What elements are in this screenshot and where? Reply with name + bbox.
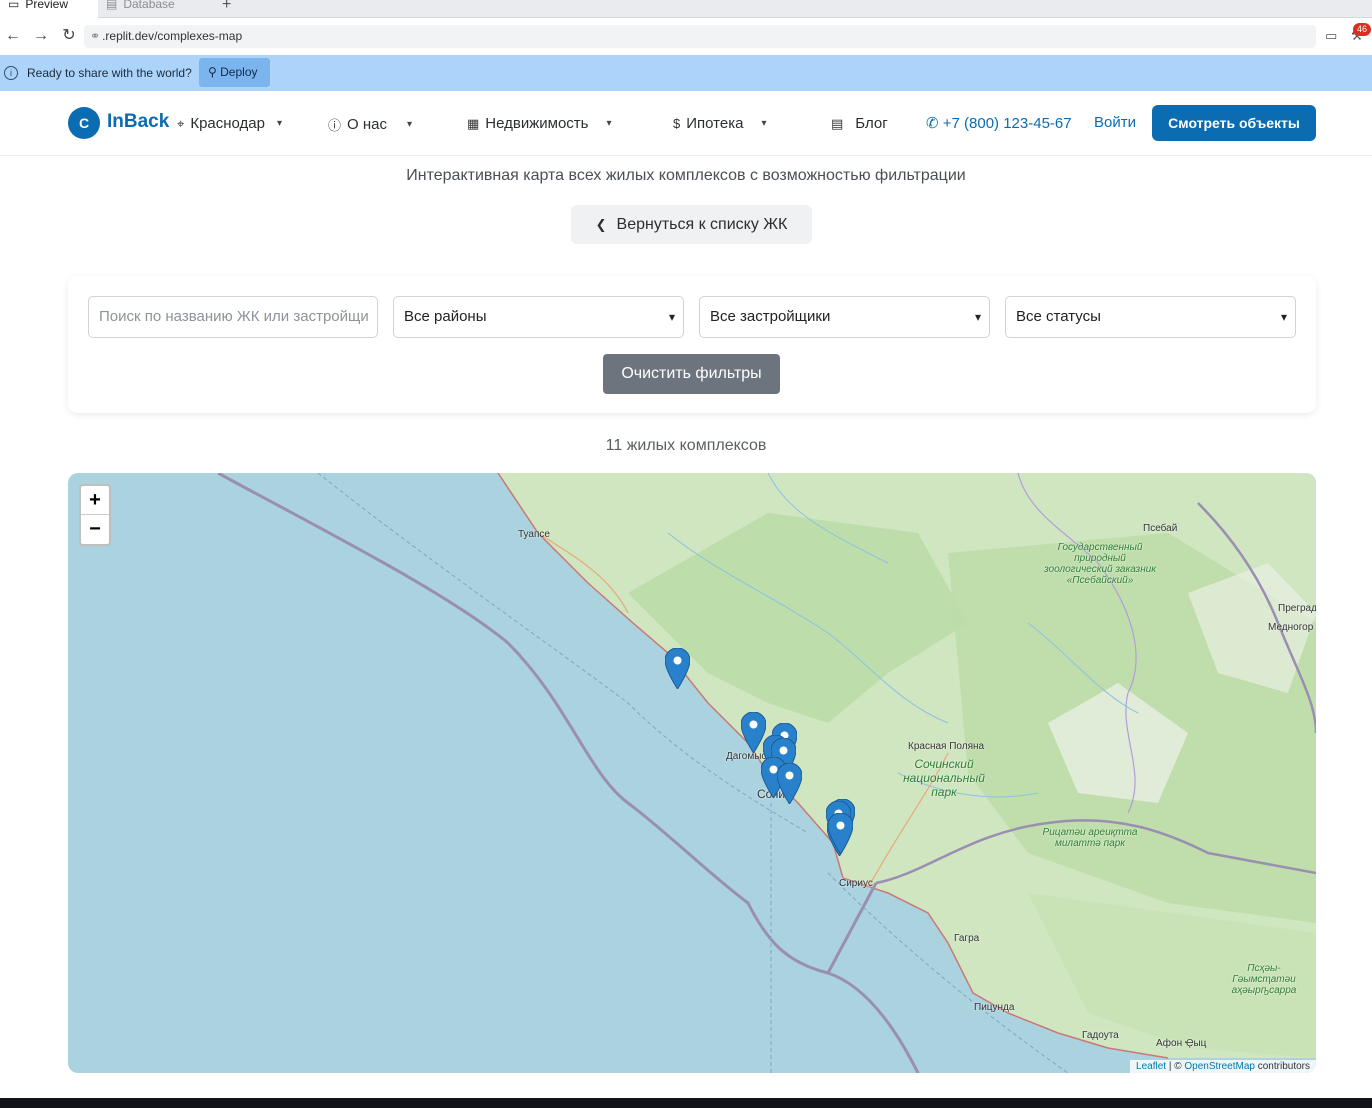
attribution-separator: | © xyxy=(1166,1061,1185,1072)
building-icon: ▦ xyxy=(467,115,480,131)
back-arrow-icon[interactable]: ← xyxy=(3,26,23,46)
logo-text[interactable]: InBack xyxy=(107,111,169,133)
map-label-psebay: Псебай xyxy=(1143,523,1178,534)
complex-marker[interactable] xyxy=(828,813,853,854)
phone-link[interactable]: ✆ +7 (800) 123-45-67 xyxy=(926,114,1072,132)
status-select[interactable]: Все статусы ▾ xyxy=(1005,296,1296,338)
map-label-psebay-reserve: Государственный природный зоологический … xyxy=(1044,542,1156,586)
osm-link[interactable]: OpenStreetMap xyxy=(1184,1061,1255,1072)
map-label-pskhu: Псҳәы-Гәымсҭатәи аҳәырҧсарра xyxy=(1231,963,1297,996)
deploy-icon: ⚲ xyxy=(208,65,217,79)
view-objects-button[interactable]: Смотреть объекты xyxy=(1152,105,1316,141)
nav-about-label: О нас xyxy=(347,116,387,133)
monitor-icon: ▭ xyxy=(8,0,20,11)
attribution-suffix: contributors xyxy=(1254,1061,1310,1072)
status-value: Все статусы xyxy=(1016,308,1101,325)
forward-arrow-icon[interactable]: → xyxy=(31,26,51,46)
complex-count: 11 жилых комплексов xyxy=(605,437,767,454)
url-text: .replit.dev/complexes-map xyxy=(102,29,243,43)
nav-realty[interactable]: ▦ Недвижимость ▾ xyxy=(467,115,612,132)
map-label-krasnaya-polyana: Красная Поляна xyxy=(908,741,985,752)
map-label-gudauta: Гадоута xyxy=(1082,1030,1119,1041)
chevron-down-icon: ▾ xyxy=(761,118,767,129)
map-label-pregradnaya: Преград xyxy=(1278,603,1316,614)
page-footer xyxy=(0,1098,1372,1108)
reload-icon[interactable]: ↻ xyxy=(59,26,79,46)
newspaper-icon: ▤ xyxy=(831,115,844,131)
back-to-list-button[interactable]: ❮ Вернуться к списку ЖК xyxy=(571,205,812,244)
page-subtitle: Интерактивная карта всех жилых комплексо… xyxy=(406,167,966,184)
map-label-sochi-park: Сочинский национальный парк xyxy=(903,757,985,799)
chevron-down-icon: ▾ xyxy=(606,118,612,129)
phone-icon: ✆ xyxy=(926,115,939,132)
complexes-map[interactable]: + − Туапсе Псебай Преград Медногор Дагом… xyxy=(68,473,1316,1073)
site-header: C InBack ⌖ Краснодар ▾ ⓘ О нас ▾ ▦ Недви… xyxy=(0,91,1372,156)
login-link[interactable]: Войти xyxy=(1094,114,1136,131)
nav-about[interactable]: ⓘ О нас ▾ xyxy=(328,115,412,134)
deploy-info-bar: i Ready to share with the world? ⚲ Deplo… xyxy=(0,55,1372,91)
tab-database-label: Database xyxy=(123,0,175,11)
map-label-gagra: Гагра xyxy=(954,933,980,944)
info-text: Ready to share with the world? xyxy=(27,66,192,80)
district-value: Все районы xyxy=(404,308,487,325)
filter-panel: Поиск по названию ЖК или застройщи Все р… xyxy=(68,276,1316,413)
back-to-list-label: Вернуться к списку ЖК xyxy=(616,216,788,233)
devices-icon[interactable]: ▭ xyxy=(1325,28,1343,46)
district-select[interactable]: Все районы ▾ xyxy=(393,296,684,338)
dollar-icon: $ xyxy=(673,116,681,131)
notification-badge: 46 xyxy=(1353,23,1371,36)
search-input[interactable]: Поиск по названию ЖК или застройщи xyxy=(88,296,378,338)
city-label: Краснодар xyxy=(190,115,265,132)
chevron-down-icon: ▾ xyxy=(406,119,413,130)
zoom-control: + − xyxy=(79,484,111,546)
chevron-down-icon: ▾ xyxy=(668,310,675,324)
url-field[interactable]: ⚭ .replit.dev/complexes-map xyxy=(84,25,1316,48)
deploy-label: Deploy xyxy=(220,65,258,79)
tab-preview[interactable]: ▭ Preview xyxy=(0,0,98,18)
nav-realty-label: Недвижимость xyxy=(485,115,589,132)
logo-icon[interactable]: C xyxy=(68,107,100,139)
chevron-down-icon: ▾ xyxy=(276,118,283,129)
city-selector[interactable]: ⌖ Краснодар ▾ xyxy=(177,115,282,132)
chevron-left-icon: ❮ xyxy=(595,217,607,232)
link-icon: ⚭ xyxy=(90,29,101,43)
nav-mortgage-label: Ипотека xyxy=(686,115,744,132)
deploy-button[interactable]: ⚲ Deploy xyxy=(199,58,270,87)
developer-select[interactable]: Все застройщики ▾ xyxy=(699,296,990,338)
chevron-down-icon: ▾ xyxy=(1280,310,1287,324)
leaflet-link[interactable]: Leaflet xyxy=(1136,1061,1166,1072)
complex-marker[interactable] xyxy=(665,648,690,689)
map-label-tuapse: Туапсе xyxy=(518,529,550,540)
address-bar: ← → ↻ ⚭.replit.dev/complexes-map ▭ ⚒ 46 xyxy=(0,18,1372,55)
map-label-afon: Афон Ҿыц xyxy=(1156,1038,1207,1049)
info-circle-icon: ⓘ xyxy=(328,118,342,133)
nav-blog[interactable]: ▤ Блог xyxy=(831,115,888,132)
complex-marker[interactable] xyxy=(777,763,802,804)
database-icon: ▤ xyxy=(106,0,118,11)
info-icon: i xyxy=(4,66,18,80)
phone-number: +7 (800) 123-45-67 xyxy=(942,115,1072,132)
browser-tab-bar: ▭ Preview ▤ Database + xyxy=(0,0,1372,18)
tab-database[interactable]: ▤ Database xyxy=(98,0,212,18)
new-tab-button[interactable]: + xyxy=(222,0,231,14)
map-label-mednogorsk: Медногор xyxy=(1268,622,1314,633)
nav-mortgage[interactable]: $ Ипотека ▾ xyxy=(673,115,766,132)
map-label-sirius: Сириус xyxy=(839,878,873,889)
map-label-ritsa-park: Рицатәи ареиқтта милаттә парк xyxy=(1042,827,1138,849)
developer-value: Все застройщики xyxy=(710,308,831,325)
clear-filters-button[interactable]: Очистить фильтры xyxy=(603,354,780,394)
map-label-pitsunda: Пицунда xyxy=(974,1002,1015,1013)
chevron-down-icon: ▾ xyxy=(974,310,981,324)
nav-blog-label: Блог xyxy=(855,115,888,132)
tab-preview-label: Preview xyxy=(25,0,69,11)
map-pin-icon: ⌖ xyxy=(177,115,185,131)
zoom-out-button[interactable]: − xyxy=(81,515,109,544)
map-attribution: Leaflet | © OpenStreetMap contributors xyxy=(1130,1060,1316,1073)
zoom-in-button[interactable]: + xyxy=(81,486,109,515)
